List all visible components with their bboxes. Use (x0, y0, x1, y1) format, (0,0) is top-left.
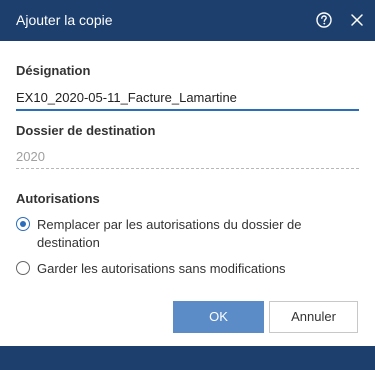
radio-button-unchecked[interactable] (16, 261, 30, 275)
radio-replace-permissions[interactable]: Remplacer par les autorisations du dossi… (16, 216, 361, 252)
designation-label: Désignation (16, 63, 91, 78)
ok-button[interactable]: OK (173, 301, 264, 333)
dialog-header: Ajouter la copie (0, 0, 375, 41)
designation-input[interactable] (16, 85, 359, 111)
help-icon[interactable] (315, 11, 333, 29)
permissions-label: Autorisations (16, 191, 100, 206)
close-icon[interactable] (348, 11, 366, 29)
radio-keep-permissions[interactable]: Garder les autorisations sans modificati… (16, 260, 361, 278)
radio-keep-permissions-label: Garder les autorisations sans modificati… (37, 261, 286, 276)
radio-replace-permissions-label: Remplacer par les autorisations du dossi… (37, 217, 302, 250)
dialog-footer-bar (0, 346, 375, 370)
destination-label: Dossier de destination (16, 123, 156, 138)
destination-folder-field[interactable] (16, 144, 359, 169)
cancel-button[interactable]: Annuler (269, 301, 358, 333)
radio-button-checked[interactable] (16, 217, 30, 231)
dialog-title: Ajouter la copie (16, 12, 113, 28)
